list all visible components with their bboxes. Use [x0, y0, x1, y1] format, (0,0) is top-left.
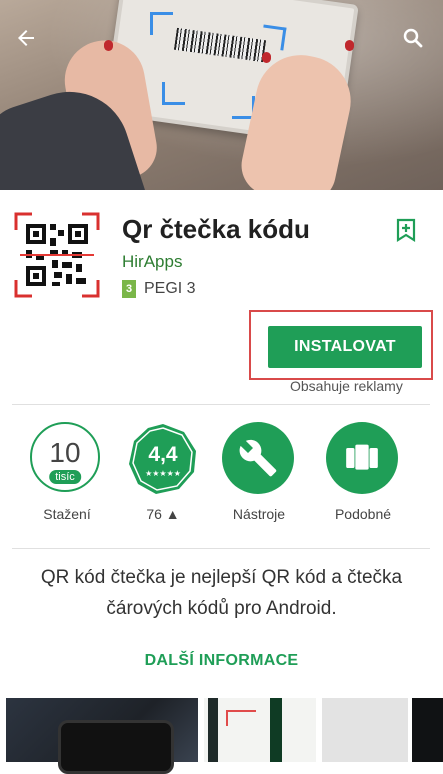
hero-nail [104, 40, 113, 51]
category-stat[interactable]: Nástroje [214, 422, 304, 522]
content-rating-label: PEGI 3 [144, 280, 196, 297]
screenshot-detail [226, 710, 256, 726]
hero-nail [262, 52, 271, 63]
hero-nail [345, 40, 354, 51]
phone-image [58, 720, 174, 774]
divider [12, 548, 430, 549]
similar-badge [326, 422, 398, 494]
rating-badge-icon: 4,4 ★★★★★ [129, 424, 196, 494]
install-button[interactable]: INSTALOVAT [268, 326, 422, 368]
similar-label: Podobné [334, 506, 392, 522]
search-icon [403, 28, 423, 48]
downloads-label: Stažení [43, 506, 91, 522]
app-icon [14, 212, 100, 298]
downloads-badge: 10 tisíc [30, 422, 100, 492]
category-label: Nástroje [232, 506, 286, 522]
back-button[interactable] [10, 22, 42, 54]
hero-banner [0, 0, 443, 190]
screenshot-strip[interactable] [0, 698, 443, 774]
arrow-left-icon [18, 30, 34, 46]
downloads-stat: 10 tisíc Stažení [22, 422, 112, 522]
screenshot-thumbnail[interactable] [322, 698, 408, 762]
pegi-badge-icon: 3 [122, 280, 136, 298]
app-description: QR kód čtečka je nejlepší QR kód a čtečk… [40, 567, 403, 619]
similar-stat[interactable]: Podobné [318, 422, 408, 522]
screenshot-detail [270, 698, 282, 762]
cards-icon [346, 444, 378, 470]
screenshot-thumbnail[interactable] [6, 698, 198, 774]
rating-stat[interactable]: 4,4 ★★★★★ 76 ▲ [118, 422, 208, 522]
wishlist-bookmark-icon[interactable] [396, 218, 416, 242]
screenshot-thumbnail[interactable] [412, 698, 443, 762]
more-info-link[interactable]: DALŠÍ INFORMACE [0, 652, 443, 670]
rating-stars: ★★★★★ [145, 469, 181, 478]
divider [12, 404, 430, 405]
search-button[interactable] [397, 22, 429, 54]
content-rating: 3 PEGI 3 [122, 280, 196, 298]
scan-frame-corner [162, 82, 185, 105]
screenshot-detail [208, 698, 218, 762]
scan-frame-corner [150, 12, 173, 35]
app-title: Qr čtečka kódu [122, 214, 310, 244]
category-badge [222, 422, 294, 494]
contains-ads-note: Obsahuje reklamy [290, 378, 403, 394]
wrench-icon [239, 439, 277, 477]
downloads-count: 10 [49, 437, 81, 468]
scan-frame-corner [260, 24, 287, 51]
rating-count-label: 76 ▲ [146, 506, 180, 522]
downloads-unit: tisíc [49, 470, 81, 484]
developer-link[interactable]: HirApps [122, 252, 182, 272]
screenshot-thumbnail[interactable] [204, 698, 316, 762]
rating-value: 4,4 [148, 443, 178, 466]
